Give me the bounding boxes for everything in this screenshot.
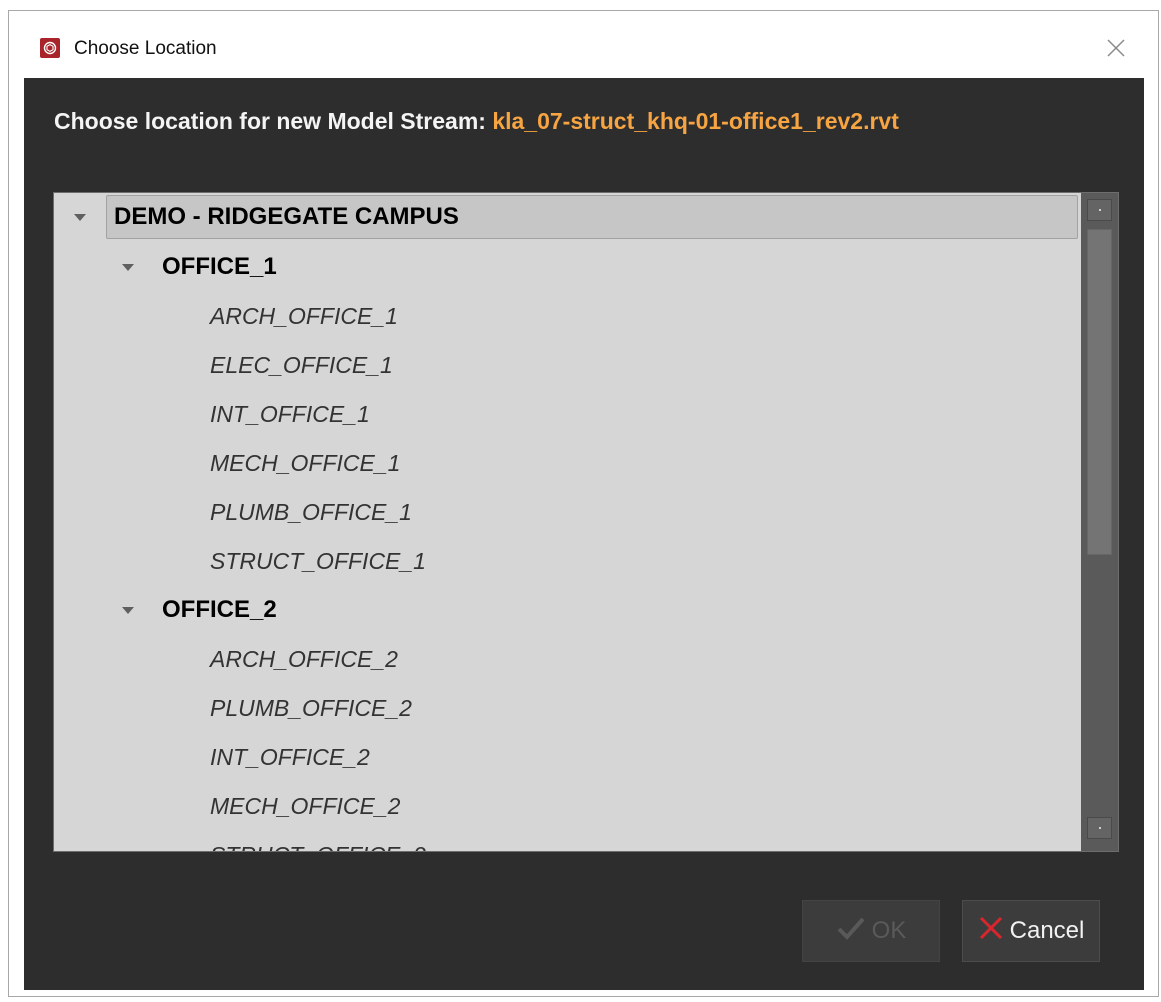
tree-leaf-label: ARCH_OFFICE_1 (210, 303, 398, 329)
tree-leaf-row[interactable]: MECH_OFFICE_2 (54, 782, 1081, 830)
title-bar: Choose Location (24, 24, 1144, 78)
scroll-down-button[interactable] (1087, 817, 1112, 839)
dialog-body: Choose location for new Model Stream: kl… (24, 78, 1144, 990)
tree-leaf-row[interactable]: MECH_OFFICE_1 (54, 439, 1081, 487)
ok-label: OK (871, 917, 907, 944)
expand-arrow-icon[interactable] (74, 214, 86, 221)
expand-arrow-icon[interactable] (122, 264, 134, 271)
tree-leaf-label: INT_OFFICE_1 (210, 401, 370, 427)
tree-leaf-row[interactable]: ARCH_OFFICE_1 (54, 292, 1081, 340)
close-icon[interactable] (1102, 34, 1130, 62)
window-title: Choose Location (74, 38, 217, 59)
tree-leaf-row[interactable]: ELEC_OFFICE_1 (54, 341, 1081, 389)
cancel-label: Cancel (1009, 917, 1085, 944)
check-icon (836, 916, 866, 947)
x-icon (978, 915, 1004, 948)
tree-leaf-row[interactable]: PLUMB_OFFICE_2 (54, 684, 1081, 732)
expand-arrow-icon[interactable] (122, 607, 134, 614)
tree-group-row[interactable]: OFFICE_1 (54, 243, 1081, 291)
tree-leaf-row[interactable]: INT_OFFICE_1 (54, 390, 1081, 438)
tree-group-label: OFFICE_1 (162, 253, 277, 280)
dialog-heading: Choose location for new Model Stream: kl… (54, 108, 899, 135)
tree-leaf-label: STRUCT_OFFICE_1 (210, 548, 426, 574)
ok-button[interactable]: OK (802, 900, 940, 962)
tree-leaf-row[interactable]: STRUCT_OFFICE_1 (54, 537, 1081, 585)
tree-group-row[interactable]: OFFICE_2 (54, 586, 1081, 634)
tree-group-label: OFFICE_2 (162, 596, 277, 623)
cancel-button[interactable]: Cancel (962, 900, 1100, 962)
vertical-scrollbar[interactable] (1081, 193, 1118, 851)
tree-leaf-label: MECH_OFFICE_2 (210, 793, 401, 819)
location-tree[interactable]: DEMO - RIDGEGATE CAMPUS OFFICE_1 ARCH_OF… (53, 192, 1119, 852)
scroll-thumb[interactable] (1087, 229, 1112, 555)
model-filename: kla_07-struct_khq-01-office1_rev2.rvt (492, 108, 899, 134)
tree-leaf-row[interactable]: PLUMB_OFFICE_1 (54, 488, 1081, 536)
tree-leaf-label: INT_OFFICE_2 (210, 744, 370, 770)
tree-leaf-label: PLUMB_OFFICE_1 (210, 499, 412, 525)
tree-root-label: DEMO - RIDGEGATE CAMPUS (114, 203, 459, 230)
tree-leaf-label: ELEC_OFFICE_1 (210, 352, 393, 378)
app-logo-icon (40, 38, 60, 58)
tree-root-row[interactable]: DEMO - RIDGEGATE CAMPUS (54, 193, 1081, 241)
heading-prefix: Choose location for new Model Stream: (54, 108, 486, 134)
tree-leaf-row[interactable]: INT_OFFICE_2 (54, 733, 1081, 781)
tree-leaf-row[interactable]: ARCH_OFFICE_2 (54, 635, 1081, 683)
tree-leaf-row[interactable]: STRUCT_OFFICE_2 (54, 831, 1081, 851)
tree-leaf-label: PLUMB_OFFICE_2 (210, 695, 412, 721)
tree-leaf-label: MECH_OFFICE_1 (210, 450, 401, 476)
tree-leaf-label: ARCH_OFFICE_2 (210, 646, 398, 672)
scroll-up-button[interactable] (1087, 199, 1112, 221)
tree-leaf-label: STRUCT_OFFICE_2 (210, 831, 426, 851)
